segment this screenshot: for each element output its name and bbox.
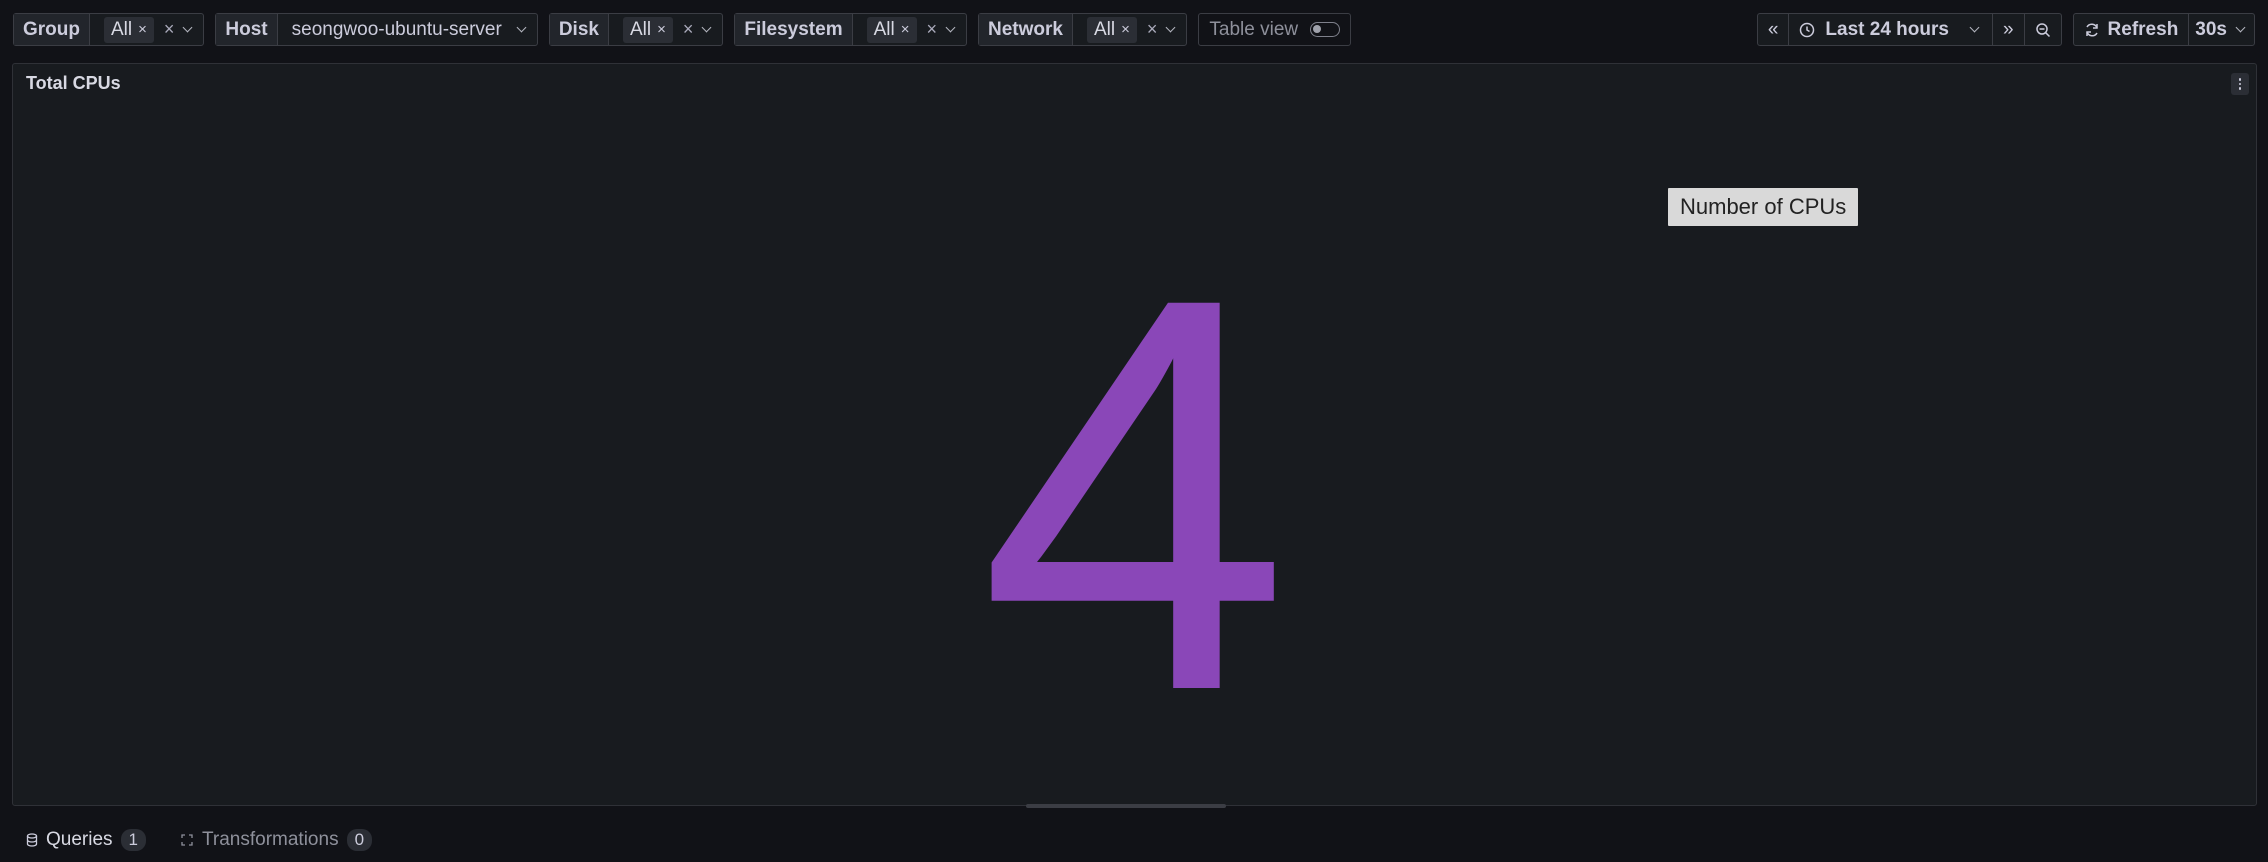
tab-label: Queries <box>46 829 113 850</box>
chip-remove-icon[interactable]: × <box>901 21 910 38</box>
time-range-button[interactable]: Last 24 hours <box>1789 14 1993 45</box>
chevron-down-icon[interactable] <box>945 22 956 32</box>
clock-icon <box>1800 22 1815 37</box>
panel-title[interactable]: Total CPUs <box>26 73 121 94</box>
selected-chip[interactable]: All × <box>866 16 917 43</box>
zoom-out-button[interactable] <box>2025 14 2061 45</box>
chevron-down-icon[interactable] <box>182 22 193 32</box>
time-back-button[interactable]: « <box>1758 14 1790 45</box>
dashboard-toolbar: Group All × × Host seongwoo-ubuntu-serve… <box>13 13 2255 46</box>
variable-label: Filesystem <box>735 14 853 45</box>
selected-chip[interactable]: All × <box>104 16 154 43</box>
variable-picker[interactable]: All × × <box>609 14 722 45</box>
chip-label: All <box>629 18 652 40</box>
selected-chip[interactable]: All × <box>622 16 673 43</box>
variable-filesystem[interactable]: Filesystem All × × <box>734 13 968 46</box>
time-picker-group: « Last 24 hours » <box>1756 13 2062 46</box>
variable-label: Host <box>216 14 278 45</box>
zoom-out-icon <box>2035 22 2050 37</box>
chevron-down-icon[interactable] <box>701 22 712 32</box>
chevron-down-icon <box>2235 22 2246 32</box>
panel-menu-icon[interactable] <box>2231 73 2249 95</box>
selected-value: seongwoo-ubuntu-server <box>291 18 502 40</box>
refresh-group: Refresh 30s <box>2072 13 2255 46</box>
refresh-interval-picker[interactable]: 30s <box>2189 14 2254 45</box>
variable-disk[interactable]: Disk All × × <box>548 13 724 46</box>
chip-remove-icon[interactable]: × <box>138 21 147 38</box>
variable-picker[interactable]: All × × <box>853 14 966 45</box>
clear-icon[interactable]: × <box>927 19 938 40</box>
tab-count-badge: 0 <box>346 829 373 851</box>
refresh-interval: 30s <box>2195 18 2227 40</box>
clear-icon[interactable]: × <box>1147 19 1158 40</box>
tab-transformations[interactable]: Transformations 0 <box>180 829 373 851</box>
tab-label: Transformations <box>202 829 339 850</box>
toggle-switch[interactable] <box>1310 22 1341 37</box>
tab-queries[interactable]: Queries 1 <box>26 829 146 851</box>
tab-count-badge: 1 <box>120 829 146 851</box>
chip-label: All <box>1093 18 1116 40</box>
table-view-label: Table view <box>1209 18 1299 40</box>
refresh-icon <box>2085 22 2098 37</box>
variable-label: Disk <box>549 14 609 45</box>
stat-panel[interactable]: Total CPUs 4 Number of CPUs <box>12 63 2257 806</box>
variable-group[interactable]: Group All × × <box>13 13 205 46</box>
variable-network[interactable]: Network All × × <box>978 13 1188 46</box>
chevron-down-icon[interactable] <box>1165 22 1176 32</box>
stat-value: 4 <box>978 181 1291 807</box>
editor-tabs: Queries 1 Transformations 0 <box>26 829 373 851</box>
chip-remove-icon[interactable]: × <box>657 21 666 38</box>
variable-picker[interactable]: All × × <box>90 14 203 45</box>
variable-label: Group <box>14 14 90 45</box>
selected-chip[interactable]: All × <box>1086 16 1137 43</box>
chip-remove-icon[interactable]: × <box>1121 21 1130 38</box>
refresh-label: Refresh <box>2107 18 2179 40</box>
variable-label: Network <box>979 14 1073 45</box>
chevron-down-icon <box>1969 22 1980 32</box>
refresh-button[interactable]: Refresh <box>2074 14 2190 45</box>
chip-label: All <box>111 18 133 40</box>
double-chevron-right-icon: » <box>2002 18 2014 40</box>
time-range-label: Last 24 hours <box>1825 18 1949 40</box>
clear-icon[interactable]: × <box>164 19 175 40</box>
database-icon <box>26 833 38 847</box>
tooltip: Number of CPUs <box>1668 188 1859 226</box>
double-chevron-left-icon: « <box>1767 18 1779 40</box>
time-forward-button[interactable]: » <box>1993 14 2025 45</box>
table-view-toggle[interactable]: Table view <box>1198 13 1352 46</box>
chip-label: All <box>873 18 895 40</box>
variable-picker[interactable]: All × × <box>1073 14 1186 45</box>
pane-resize-handle[interactable] <box>1026 804 1226 808</box>
clear-icon[interactable]: × <box>683 19 694 40</box>
transform-icon <box>181 834 193 846</box>
chevron-down-icon[interactable] <box>516 22 527 32</box>
variable-host[interactable]: Host seongwoo-ubuntu-server <box>215 13 538 46</box>
variable-picker[interactable]: seongwoo-ubuntu-server <box>278 14 537 45</box>
